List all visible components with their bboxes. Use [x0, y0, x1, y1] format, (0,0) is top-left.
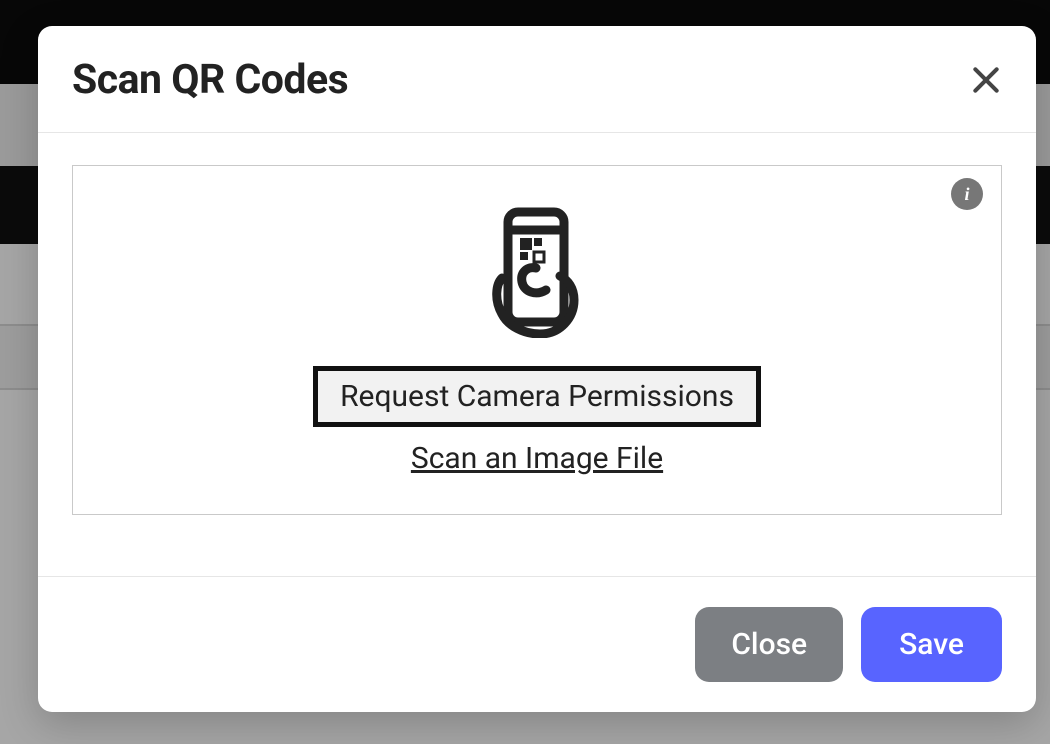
request-camera-permissions-button[interactable]: Request Camera Permissions — [313, 366, 761, 427]
scan-image-file-link[interactable]: Scan an Image File — [95, 441, 979, 476]
phone-qr-icon — [482, 206, 592, 338]
modal-title: Scan QR Codes — [72, 56, 348, 104]
scan-area: i — [72, 165, 1002, 515]
modal-footer: Close Save — [38, 577, 1036, 712]
modal-header: Scan QR Codes — [38, 26, 1036, 133]
close-icon[interactable] — [970, 64, 1002, 96]
info-icon[interactable]: i — [951, 178, 983, 210]
scan-qr-modal: Scan QR Codes i — [38, 26, 1036, 712]
close-button[interactable]: Close — [695, 607, 843, 682]
modal-body: i — [38, 133, 1036, 577]
save-button[interactable]: Save — [861, 607, 1002, 682]
info-icon-glyph: i — [951, 178, 983, 210]
